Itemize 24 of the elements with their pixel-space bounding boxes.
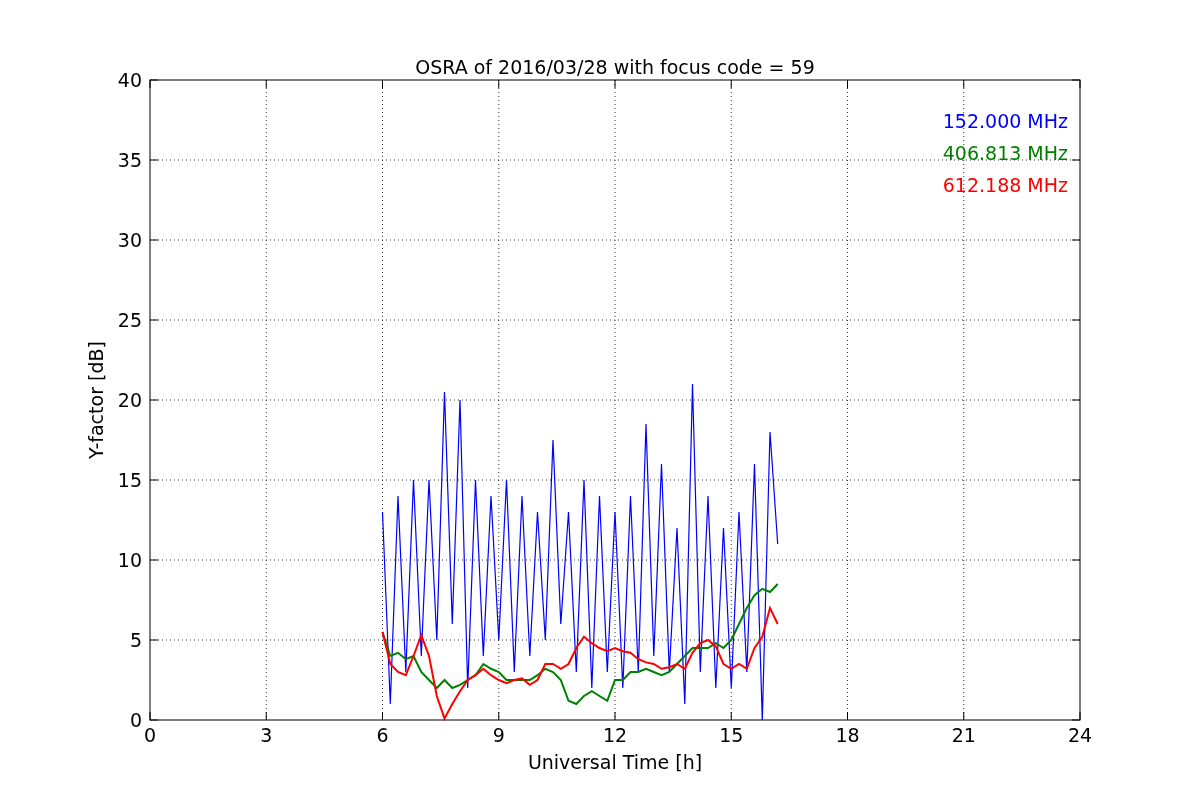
x-tick-label: 3: [260, 724, 273, 746]
y-tick-label: 20: [117, 389, 142, 411]
x-tick-label: 0: [143, 724, 157, 746]
y-tick-label: 40: [117, 69, 142, 91]
y-tick-label: 15: [117, 469, 142, 491]
y-axis-label: Y-factor [dB]: [85, 341, 107, 459]
x-tick-label: 24: [1067, 724, 1093, 746]
legend-label: 152.000 MHz: [942, 110, 1068, 132]
legend-label: 612.188 MHz: [942, 174, 1068, 196]
x-tick-label: 21: [951, 724, 976, 746]
y-tick-label: 0: [129, 709, 142, 731]
y-tick-label: 35: [117, 149, 142, 171]
y-tick-label: 25: [117, 309, 142, 331]
x-axis-label: Universal Time [h]: [527, 751, 703, 773]
y-tick-label: 5: [129, 629, 142, 651]
y-tick-label: 10: [117, 549, 142, 571]
x-tick-label: 18: [835, 724, 860, 746]
x-tick-label: 9: [492, 724, 505, 746]
legend-label: 406.813 MHz: [942, 142, 1068, 164]
x-tick-label: 12: [602, 724, 628, 746]
chart-title: OSRA of 2016/03/28 with focus code = 59: [415, 56, 815, 78]
y-tick-label: 30: [117, 229, 142, 251]
x-tick-label: 6: [376, 724, 389, 746]
x-tick-label: 15: [719, 724, 744, 746]
